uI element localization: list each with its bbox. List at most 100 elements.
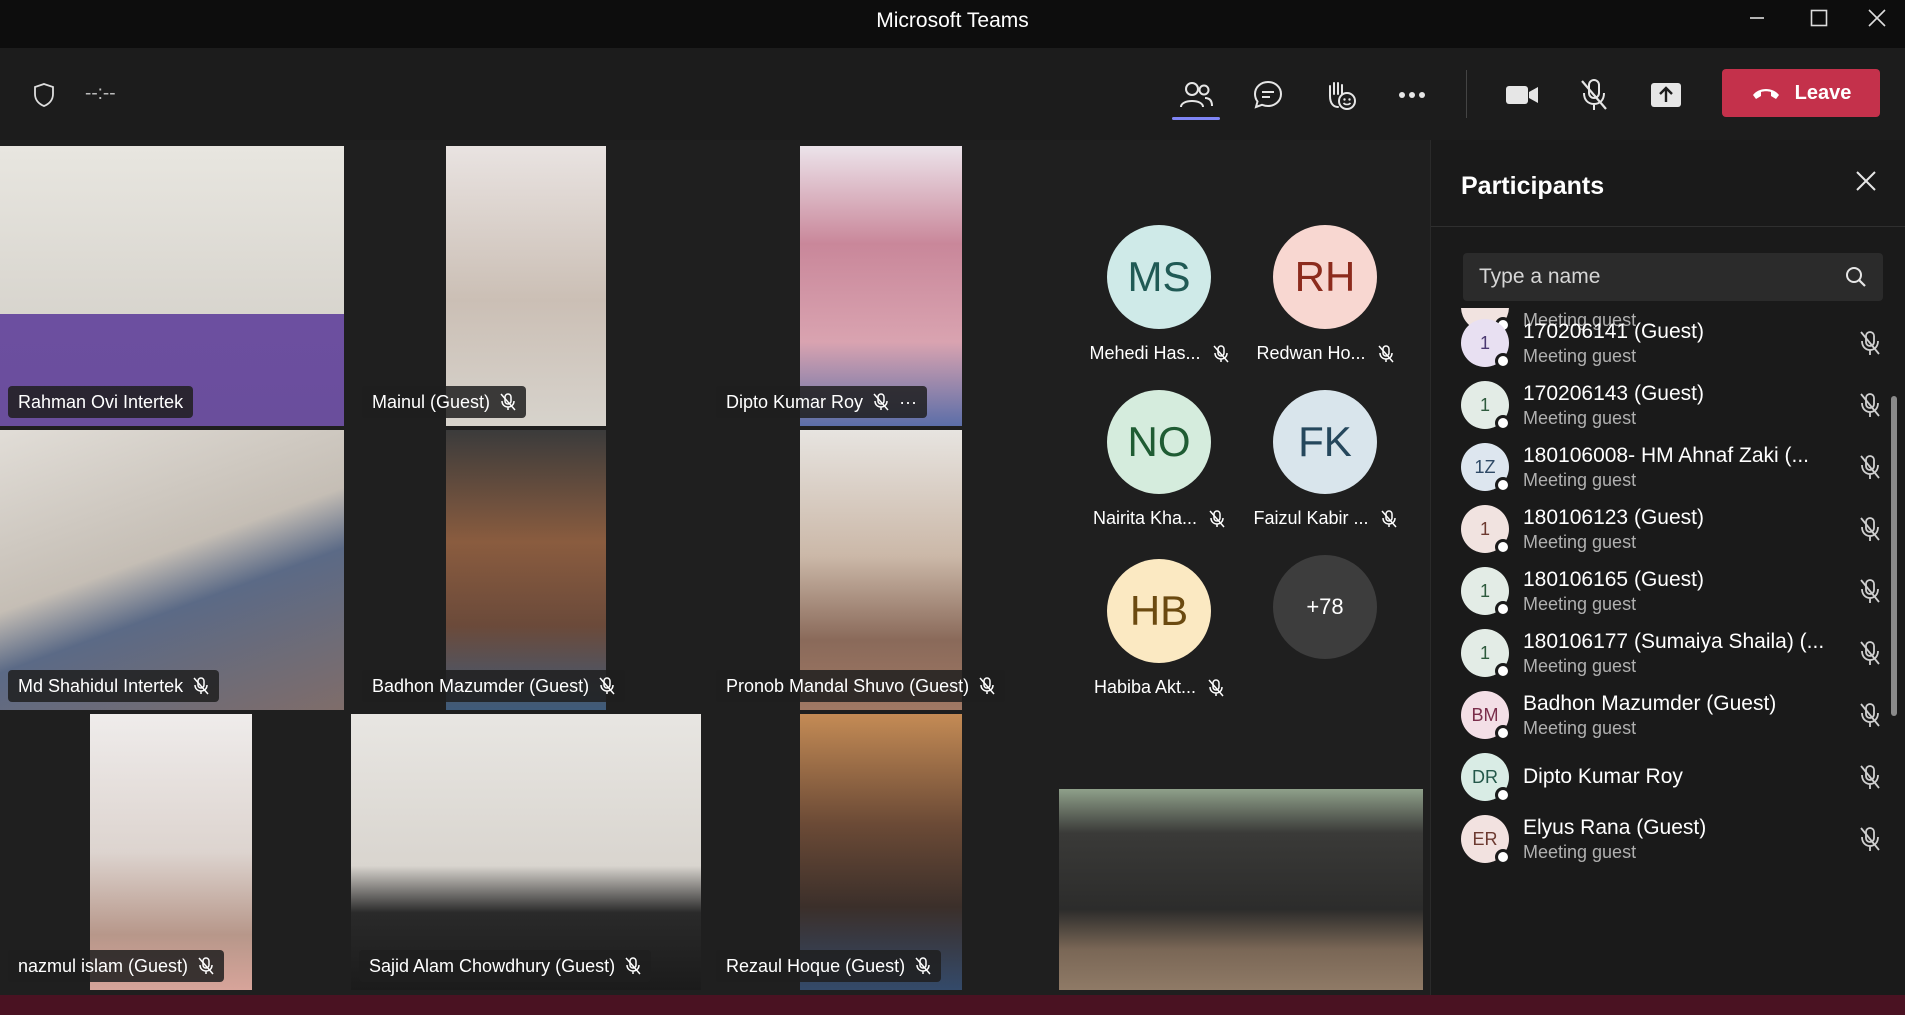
avatar: RH xyxy=(1273,225,1377,329)
participant-row[interactable]: 1 180106123 (Guest) Meeting guest xyxy=(1461,494,1881,564)
participant-row[interactable]: 1 180106165 (Guest) Meeting guest xyxy=(1461,556,1881,626)
video-tile[interactable]: Dipto Kumar Roy ··· xyxy=(708,146,1052,426)
mic-off-icon xyxy=(1860,517,1880,541)
participant-row[interactable]: ER Elyus Rana (Guest) Meeting guest xyxy=(1461,804,1881,874)
participant-name: Dipto Kumar Roy xyxy=(1523,765,1683,788)
participant-list-scrollbar[interactable] xyxy=(1891,396,1897,716)
reactions-button[interactable] xyxy=(1316,73,1364,117)
mic-off-icon xyxy=(625,957,641,975)
participant-name: 170206143 (Guest) xyxy=(1523,381,1704,405)
mic-off-icon xyxy=(1581,79,1607,110)
video-tile[interactable]: Badhon Mazumder (Guest) xyxy=(354,430,698,710)
video-tile[interactable]: Pronob Mandal Shuvo (Guest) xyxy=(708,430,1052,710)
participant-name: 170206141 (Guest) xyxy=(1523,319,1704,343)
participant-mic-status[interactable] xyxy=(1859,454,1881,485)
video-tile[interactable]: Mainul (Guest) xyxy=(354,146,698,426)
avatar-name: Faizul Kabir ... xyxy=(1253,508,1369,528)
participant-row[interactable]: 1 170206141 (Guest) Meeting guest xyxy=(1461,308,1881,378)
phone-icon xyxy=(1752,89,1779,99)
participant-mic-status[interactable] xyxy=(1859,392,1881,423)
participant-mic-status[interactable] xyxy=(1859,826,1881,857)
mic-off-icon xyxy=(1380,509,1397,527)
share-content-button[interactable] xyxy=(1642,73,1690,117)
video-feed xyxy=(800,430,962,710)
people-icon xyxy=(1180,82,1213,108)
participant-role: Meeting guest xyxy=(1523,407,1637,428)
video-tile[interactable]: nazmul islam (Guest) xyxy=(0,714,344,990)
mic-off-icon xyxy=(193,677,209,695)
participant-mic-status[interactable] xyxy=(1859,578,1881,609)
tile-name-tag: Rezaul Hoque (Guest) xyxy=(716,950,942,982)
participant-name: Elyus Rana (Guest) xyxy=(1523,815,1707,839)
video-feed xyxy=(800,146,962,426)
participant-row[interactable]: 1Z 180106008- HM Ahnaf Zaki (... Meeting g… xyxy=(1461,432,1881,502)
tile-name: Rahman Ovi Intertek xyxy=(18,391,184,412)
video-tile[interactable]: Md Shahidul Intertek xyxy=(0,430,344,710)
avatar-initials: DR xyxy=(1472,766,1498,787)
minimize-icon xyxy=(1750,17,1764,19)
video-feed xyxy=(90,714,252,990)
avatar-initials: 1 xyxy=(1479,518,1490,539)
video-feed xyxy=(0,430,344,710)
participant-row[interactable]: BM Badhon Mazumder (Guest) Meeting guest xyxy=(1461,680,1881,750)
tile-name-tag: Pronob Mandal Shuvo (Guest) xyxy=(716,670,1006,702)
more-actions-button[interactable] xyxy=(1388,73,1436,117)
maximize-icon xyxy=(1810,9,1828,27)
participant-search[interactable] xyxy=(1463,253,1883,301)
status-indicator xyxy=(1495,415,1511,431)
mic-off-icon xyxy=(500,393,516,411)
self-view-tile[interactable] xyxy=(1059,789,1423,990)
microphone-button[interactable] xyxy=(1570,73,1618,117)
participant-row[interactable]: 1 180106177 (Sumaiya Shaila) (... Meeting … xyxy=(1461,618,1881,688)
video-tile[interactable]: Rezaul Hoque (Guest) xyxy=(708,714,1052,990)
participant-mic-status[interactable] xyxy=(1859,330,1881,361)
avatar: 1 xyxy=(1461,505,1511,555)
overflow-participants-button[interactable]: +78 xyxy=(1245,555,1405,715)
meeting-toolbar: --:-- Leave xyxy=(0,48,1905,140)
shield-icon xyxy=(34,83,54,107)
avatar: 1 xyxy=(1461,381,1511,431)
status-indicator xyxy=(1495,787,1511,803)
participant-mic-status[interactable] xyxy=(1859,702,1881,733)
participant-row[interactable]: 1 170206143 (Guest) Meeting guest xyxy=(1461,370,1881,440)
participant-avatar-tile[interactable]: MS Mehedi Has... xyxy=(1079,225,1239,385)
status-indicator xyxy=(1495,663,1511,679)
participant-avatar-tile[interactable]: HB Habiba Akt... xyxy=(1079,559,1239,719)
participant-role: Meeting guest xyxy=(1523,655,1637,676)
meeting-timer: --:-- xyxy=(85,83,116,104)
leave-button[interactable]: Leave xyxy=(1722,69,1880,117)
participant-mic-status[interactable] xyxy=(1859,640,1881,671)
tile-more-options[interactable]: ··· xyxy=(899,392,917,413)
chat-button[interactable] xyxy=(1244,73,1292,117)
participant-name: 180106165 (Guest) xyxy=(1523,567,1704,591)
participant-avatar-tile[interactable]: FK Faizul Kabir ... xyxy=(1245,390,1405,550)
avatar: 1Z xyxy=(1461,443,1511,493)
people-button[interactable] xyxy=(1172,73,1220,117)
participant-role: Meeting guest xyxy=(1523,469,1637,490)
participant-mic-status[interactable] xyxy=(1859,516,1881,547)
taskbar-strip xyxy=(0,995,1905,1015)
close-panel-button[interactable] xyxy=(1855,170,1877,197)
tile-name-tag: Mainul (Guest) xyxy=(362,386,527,418)
video-tile[interactable]: Rahman Ovi Intertek xyxy=(0,146,344,426)
minimize-button[interactable] xyxy=(1732,0,1782,36)
search-input[interactable] xyxy=(1479,265,1819,289)
participant-role: Meeting guest xyxy=(1523,531,1637,552)
participant-avatar-tile[interactable]: NO Nairita Kha... xyxy=(1079,390,1239,550)
participant-mic-status[interactable] xyxy=(1859,764,1881,795)
mic-off-icon xyxy=(1212,344,1229,362)
status-indicator xyxy=(1495,849,1511,865)
participant-avatar-tile[interactable]: RH Redwan Ho... xyxy=(1245,225,1405,385)
mic-off-icon xyxy=(1860,765,1880,789)
participant-row[interactable]: DR Dipto Kumar Roy xyxy=(1461,742,1881,812)
camera-button[interactable] xyxy=(1498,73,1546,117)
avatar: MS xyxy=(1107,225,1211,329)
share-icon xyxy=(1651,83,1681,107)
tile-name: Rezaul Hoque (Guest) xyxy=(726,955,906,976)
close-window-button[interactable] xyxy=(1852,0,1902,36)
meeting-info-button[interactable] xyxy=(20,73,68,117)
search-icon[interactable] xyxy=(1845,266,1867,288)
video-tile[interactable]: Sajid Alam Chowdhury (Guest) xyxy=(351,714,701,990)
status-indicator xyxy=(1495,725,1511,741)
maximize-button[interactable] xyxy=(1794,0,1844,36)
